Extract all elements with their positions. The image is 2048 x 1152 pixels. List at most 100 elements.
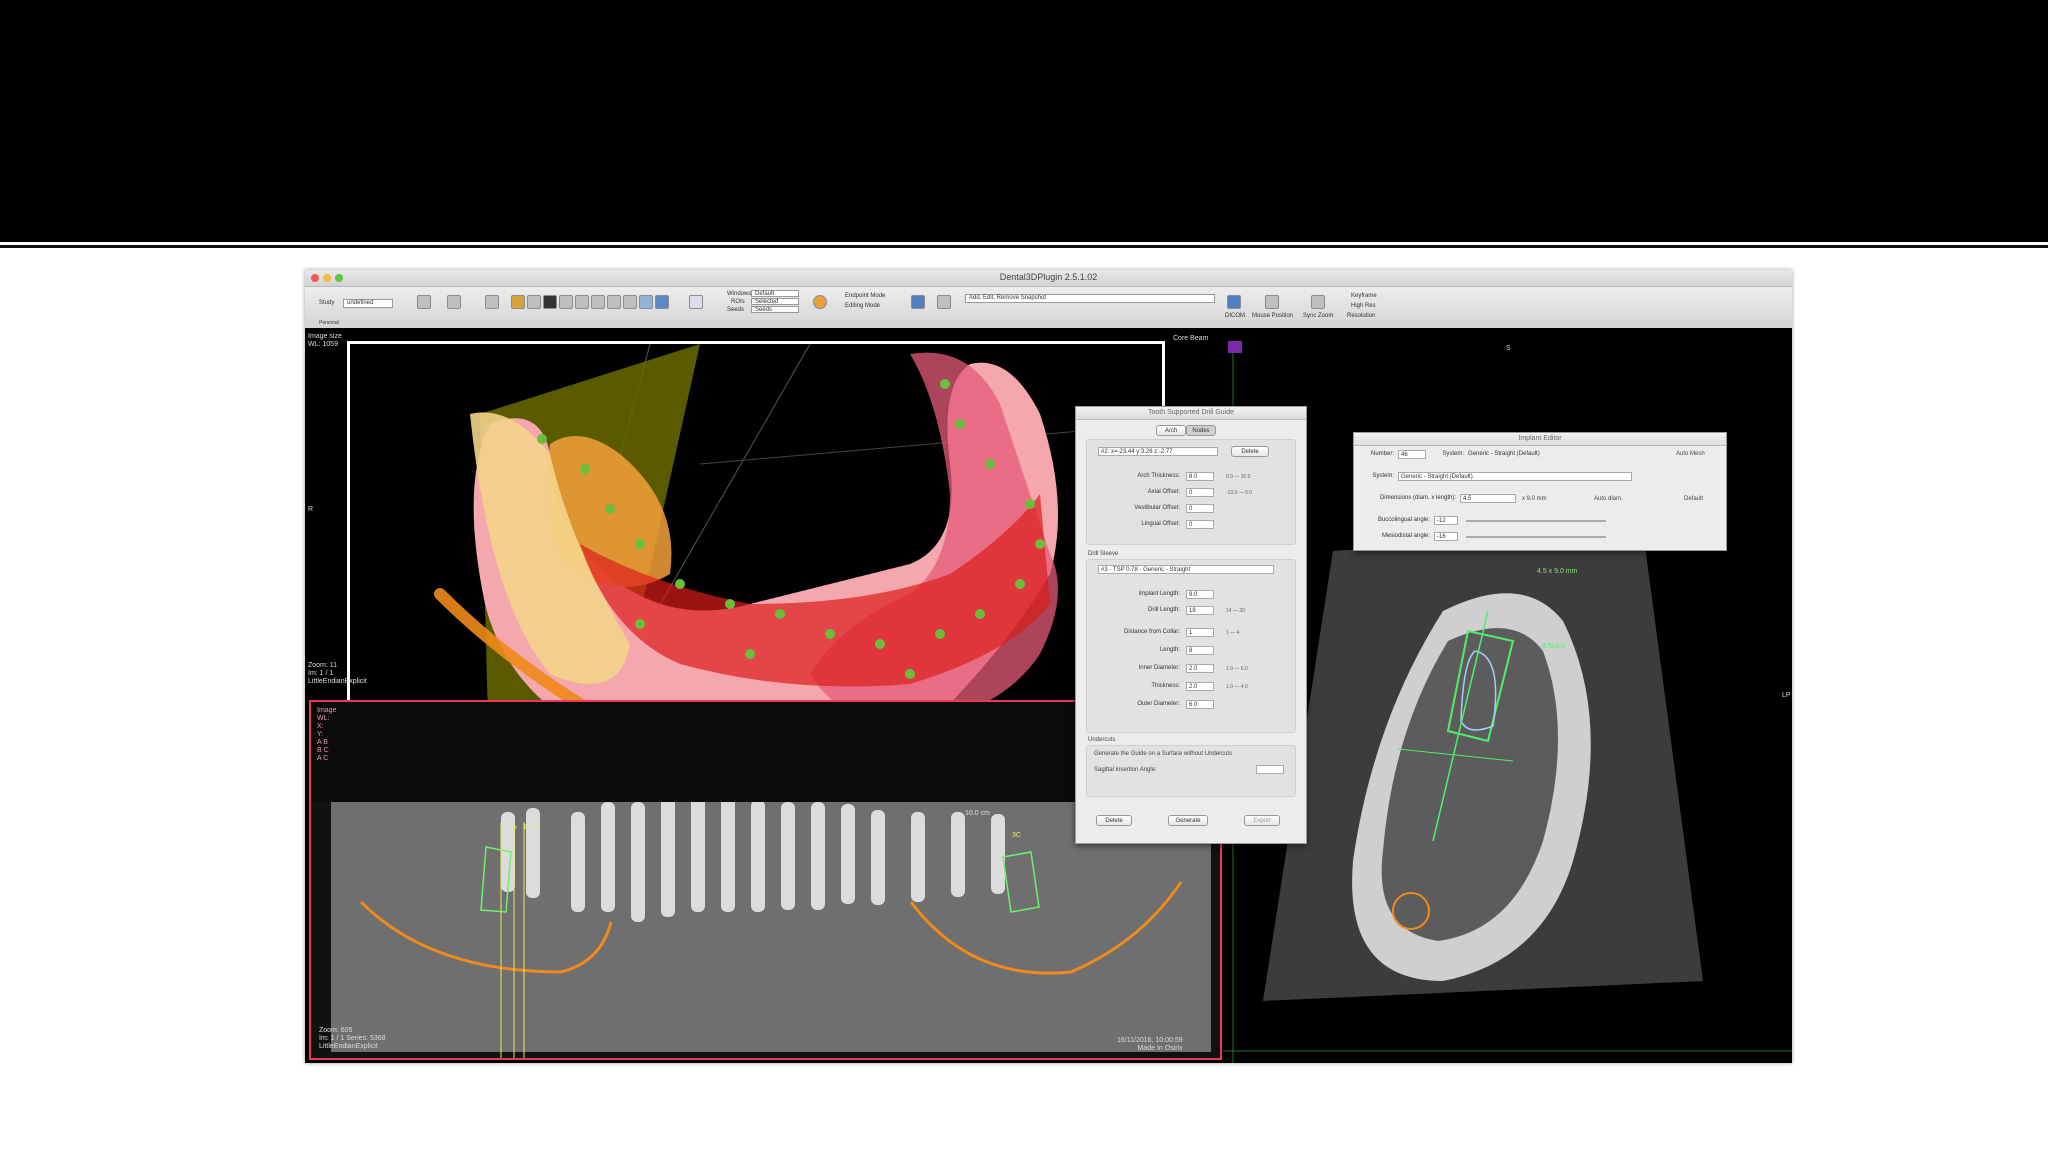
drill-row-label: Drill Length: [1147,607,1180,613]
generate-guide-button[interactable]: Generate [1168,815,1208,826]
snapshot-search[interactable]: Add, Edit, Remove Snapshot [965,294,1215,303]
slide-title-band [0,0,2048,242]
windows-select[interactable]: Default [751,290,799,297]
arch-icon[interactable] [447,295,461,309]
system-select[interactable]: Generic - Straight (Default) [1398,472,1632,481]
axial-offset-input[interactable]: 0 [1186,488,1214,497]
3d-zoom: Zoom: 11 [308,662,338,669]
tooth-icon[interactable] [485,295,499,309]
bucco-slider[interactable] [1466,520,1606,522]
cross-top-mark: S [1506,345,1511,352]
mode-label-seeds: Seeds [727,307,745,313]
3d-image-index: Im: 1 / 1 [308,670,334,677]
inner-diameter-input[interactable]: 2.0 [1186,664,1214,673]
keyframe-check[interactable]: Keyframe [1351,293,1377,299]
home-icon[interactable] [1227,295,1241,309]
dimensions-label: Dimensions (diam. x length): [1379,495,1456,501]
crop-icon[interactable] [607,295,621,309]
3d-image-size: Image size [308,333,342,340]
axial-x: X: [317,723,324,730]
slide-divider [0,245,2048,248]
pen-icon[interactable] [655,295,669,309]
dicom-label: DICOM [1225,313,1245,319]
zoom-icon[interactable] [575,295,589,309]
arch-row-label: Vestibular Offset: [1134,505,1180,511]
roi-icon[interactable] [623,295,637,309]
3d-wl: WL: 1059 [308,341,338,348]
drill-row-range: 14 — 30 [1226,608,1245,614]
drill-section-head: Drill Sleeve [1088,551,1119,557]
export-guide-button[interactable]: Export [1244,815,1280,826]
sleeve-length-input[interactable]: 8 [1186,646,1214,655]
lingual-offset-input[interactable]: 0 [1186,520,1214,529]
3d-orientation-left: R [308,506,314,513]
drill-row-label: Length: [1159,647,1180,653]
drill-sleeve-select[interactable]: #3 - TSP 0.78 - Generic - Straight [1098,565,1274,574]
3d-transfer-syntax: LittleEndianExplicit [308,678,367,685]
resolution-label: Resolution [1347,313,1376,319]
window-title: Dental3DPlugin 2.5.1.02 [999,272,1098,282]
undercuts-checkbox[interactable]: Generate the Guide on a Surface without … [1094,751,1232,757]
crosshair-icon[interactable] [937,295,951,309]
default-check[interactable]: Default [1684,496,1703,502]
layout-icon[interactable] [417,295,431,309]
system-value[interactable]: Generic - Straight (Default) [1466,450,1644,459]
axial-zoom: Zoom: 605 [319,1027,353,1034]
delete-node-button[interactable]: Delete [1231,446,1269,457]
axial-ac: A C [317,755,329,762]
sync-icon[interactable] [1311,295,1325,309]
drill-row-range: 1.0 — 4.0 [1226,684,1248,690]
wl-icon[interactable] [511,295,525,309]
tab-nodes[interactable]: Nodes [1186,425,1216,436]
study-select[interactable]: undefined [343,299,393,308]
axial-scale: 10.0 cm [965,810,990,817]
contrast-icon[interactable] [543,295,557,309]
length-value: x 9.0 mm [1522,496,1547,502]
rois-select[interactable]: Selected [751,298,799,305]
mesio-input[interactable]: -16 [1434,532,1458,541]
bucco-input[interactable]: -12 [1434,516,1458,525]
arch-row-label: Axial Offset: [1147,489,1180,495]
diameter-select[interactable]: 4.5 [1460,494,1516,503]
mouse-position-label: Mouse Position [1252,313,1294,319]
implant-icon[interactable] [689,295,703,309]
bucco-label: Buccolingual angle: [1377,517,1430,523]
drill-row-range: 1.0 — 6.0 [1226,666,1248,672]
bars-icon[interactable] [1265,295,1279,309]
editing-mode-toggle[interactable]: Editing Mode [845,303,880,309]
implant-number-select[interactable]: 46 [1398,450,1426,459]
axial-date: 16/11/2016, 10:00:59 [1117,1037,1183,1044]
cross-side-label: LP [1782,692,1791,699]
camera-icon[interactable] [911,295,925,309]
palette-icon[interactable] [813,295,827,309]
delete-guide-button[interactable]: Delete [1096,815,1132,826]
node-select[interactable]: #2: x=-23.44 y:3.26 z:-2.77 [1098,447,1218,456]
auto-mesh-check[interactable]: Auto Mesh [1676,451,1705,457]
vestibular-offset-input[interactable]: 0 [1186,504,1214,513]
rotate-icon[interactable] [591,295,605,309]
auto-diam-check[interactable]: Auto diam. [1594,496,1623,502]
axial-credit: Made In Osirix [1137,1045,1183,1052]
thickness-input[interactable]: 2.0 [1186,682,1214,691]
axial-series: Im: 1 / 1 Series: 5368 [319,1035,386,1042]
outer-diameter-input[interactable]: 6.0 [1186,700,1214,709]
app-window: Dental3DPlugin 2.5.1.02 Study undefined … [305,270,1792,1063]
mesio-slider[interactable] [1466,536,1606,538]
seeds-select[interactable]: Seeds [751,306,799,313]
implant-length-input[interactable]: 9.0 [1186,590,1214,599]
sagittal-angle-label: Sagittal insertion Angle: [1094,767,1157,773]
endpoint-mode-toggle[interactable]: Endpoint Mode [845,293,885,299]
implant-dimension-label: 4.5 x 9.0 mm [1537,568,1578,575]
lasso-icon[interactable] [527,295,541,309]
measure-icon[interactable] [639,295,653,309]
distance-collar-input[interactable]: 1 [1186,628,1214,637]
move-icon[interactable] [559,295,573,309]
drill-length-input[interactable]: 18 [1186,606,1214,615]
arch-thickness-input[interactable]: 8.0 [1186,472,1214,481]
mode-label-windows: Windows [727,291,752,297]
axial-transfer-syntax: LittleEndianExplicit [319,1043,378,1050]
sagittal-angle-input[interactable] [1256,765,1284,774]
arch-row-label: Lingual Offset: [1141,521,1180,527]
high-res-check[interactable]: High Res [1351,303,1376,309]
tab-arch[interactable]: Arch [1156,425,1186,436]
